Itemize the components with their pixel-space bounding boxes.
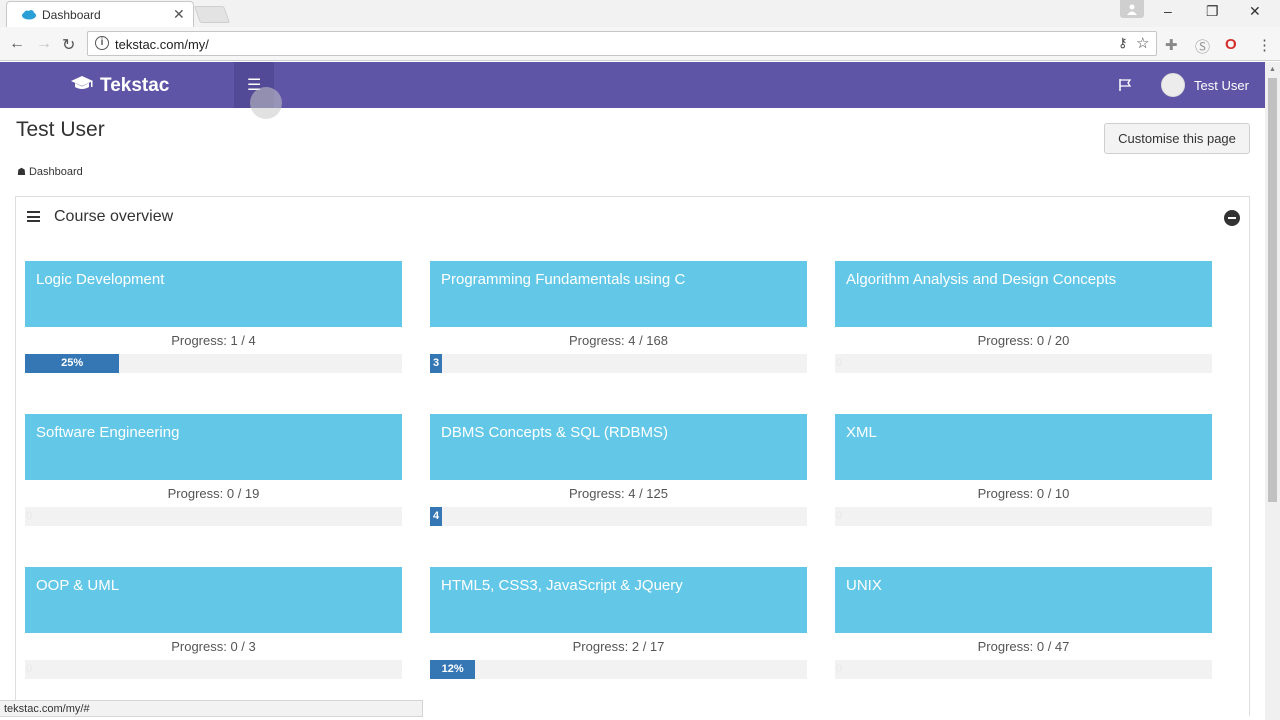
opera-extension-icon[interactable]: O	[1225, 36, 1237, 53]
progress-bar-fill: 25%	[25, 354, 120, 373]
site-brand[interactable]: Tekstac	[70, 75, 169, 97]
progress-bar: 4	[430, 507, 807, 526]
course-title-link[interactable]: Algorithm Analysis and Design Concepts	[835, 261, 1212, 327]
scroll-up-arrow-icon[interactable]: ▲	[1269, 66, 1276, 73]
progress-bar: 0	[835, 507, 1212, 526]
browser-profile-icon[interactable]	[1120, 0, 1144, 18]
customise-page-button[interactable]: Customise this page	[1104, 123, 1250, 154]
course-title-link[interactable]: HTML5, CSS3, JavaScript & JQuery	[430, 567, 807, 633]
progress-bar-fill: 0	[835, 663, 843, 675]
user-menu-name[interactable]: Test User	[1194, 78, 1249, 93]
progress-bar: 0	[25, 507, 402, 526]
avatar[interactable]	[1161, 73, 1185, 97]
flag-icon[interactable]	[1118, 78, 1132, 92]
minimize-icon[interactable]: –	[1164, 3, 1172, 19]
skype-extension-icon[interactable]: Ⓢ	[1195, 36, 1210, 57]
course-card: Logic Development Progress: 1 / 4 25%	[25, 261, 402, 373]
progress-bar-fill: 3	[430, 354, 442, 373]
progress-bar-fill: 0	[25, 510, 33, 522]
browser-status-bar: tekstac.com/my/#	[0, 700, 423, 717]
cloud-favicon-icon	[22, 10, 36, 20]
site-navbar: Tekstac ☰ Test User	[0, 62, 1265, 108]
course-title-link[interactable]: DBMS Concepts & SQL (RDBMS)	[430, 414, 807, 480]
page-scrollbar[interactable]: ▲	[1265, 62, 1280, 720]
course-progress-text: Progress: 0 / 19	[167, 486, 260, 501]
browser-tab-title: Dashboard	[42, 8, 101, 22]
progress-bar: 0	[835, 354, 1212, 373]
course-title-link[interactable]: XML	[835, 414, 1212, 480]
progress-bar-fill: 12%	[430, 660, 476, 679]
progress-bar-fill: 0	[835, 357, 843, 369]
forward-arrow-icon[interactable]: →	[36, 35, 52, 53]
course-title-link[interactable]: Logic Development	[25, 261, 402, 327]
extension-puzzle-icon[interactable]: ✚	[1165, 36, 1178, 54]
course-progress-text: Progress: 2 / 17	[572, 639, 665, 654]
graduation-cap-icon	[70, 75, 94, 97]
course-title-link[interactable]: OOP & UML	[25, 567, 402, 633]
breadcrumb-dashboard-link[interactable]: Dashboard	[29, 166, 83, 178]
reload-icon[interactable]: ↻	[62, 35, 75, 55]
progress-bar: 0	[835, 660, 1212, 679]
course-progress-text: Progress: 4 / 168	[569, 333, 668, 348]
course-card: XML Progress: 0 / 10 0	[835, 414, 1212, 526]
course-card: HTML5, CSS3, JavaScript & JQuery Progress…	[430, 567, 807, 679]
breadcrumb: ☗ Dashboard	[17, 166, 83, 178]
course-progress-text: Progress: 0 / 3	[171, 639, 256, 654]
browser-toolbar: ← → ↻ i tekstac.com/my/ ⚷ ☆ ✚ Ⓢ O ⋮	[0, 27, 1280, 61]
course-card: Software Engineering Progress: 0 / 19 0	[25, 414, 402, 526]
browser-tab-dashboard[interactable]: Dashboard ✕	[6, 1, 194, 27]
progress-bar-fill: 0	[835, 510, 843, 522]
bookmark-star-icon[interactable]: ☆	[1136, 34, 1149, 52]
site-brand-name: Tekstac	[100, 75, 170, 96]
scrollbar-thumb[interactable]	[1268, 78, 1277, 502]
course-progress-text: Progress: 0 / 20	[977, 333, 1070, 348]
collapse-block-icon[interactable]	[1224, 210, 1240, 226]
browser-menu-icon[interactable]: ⋮	[1257, 36, 1272, 54]
course-progress-text: Progress: 1 / 4	[171, 333, 256, 348]
progress-bar: 3	[430, 354, 807, 373]
course-title-link[interactable]: Software Engineering	[25, 414, 402, 480]
progress-bar: 12%	[430, 660, 807, 679]
page-title: Test User	[16, 118, 105, 141]
dashboard-icon: ☗	[17, 167, 26, 178]
new-tab-button[interactable]	[193, 6, 231, 23]
browser-tabstrip: Dashboard ✕ – ❐ ✕	[0, 0, 1280, 27]
progress-bar: 25%	[25, 354, 402, 373]
back-arrow-icon[interactable]: ←	[9, 35, 25, 53]
course-card: Algorithm Analysis and Design Concepts Pr…	[835, 261, 1212, 373]
course-title-link[interactable]: Programming Fundamentals using C	[430, 261, 807, 327]
block-menu-icon[interactable]	[27, 211, 40, 222]
mouse-cursor-highlight	[250, 87, 282, 119]
course-progress-text: Progress: 4 / 125	[569, 486, 668, 501]
window-close-icon[interactable]: ✕	[1249, 3, 1261, 20]
course-title-link[interactable]: UNIX	[835, 567, 1212, 633]
course-progress-text: Progress: 0 / 10	[977, 486, 1070, 501]
address-url: tekstac.com/my/	[115, 37, 209, 52]
restore-icon[interactable]: ❐	[1206, 3, 1219, 20]
course-card: UNIX Progress: 0 / 47 0	[835, 567, 1212, 679]
progress-bar-fill: 0	[25, 663, 33, 675]
address-bar[interactable]: i tekstac.com/my/ ⚷ ☆	[87, 31, 1157, 56]
course-card: Programming Fundamentals using C Progress…	[430, 261, 807, 373]
course-progress-text: Progress: 0 / 47	[977, 639, 1070, 654]
tab-close-icon[interactable]: ✕	[173, 6, 185, 23]
progress-bar-fill: 4	[430, 507, 443, 526]
course-card: DBMS Concepts & SQL (RDBMS) Progress: 4 /…	[430, 414, 807, 526]
progress-bar: 0	[25, 660, 402, 679]
info-icon[interactable]: i	[95, 36, 109, 50]
course-card: OOP & UML Progress: 0 / 3 0	[25, 567, 402, 679]
block-title: Course overview	[54, 208, 174, 225]
key-icon[interactable]: ⚷	[1118, 35, 1128, 51]
